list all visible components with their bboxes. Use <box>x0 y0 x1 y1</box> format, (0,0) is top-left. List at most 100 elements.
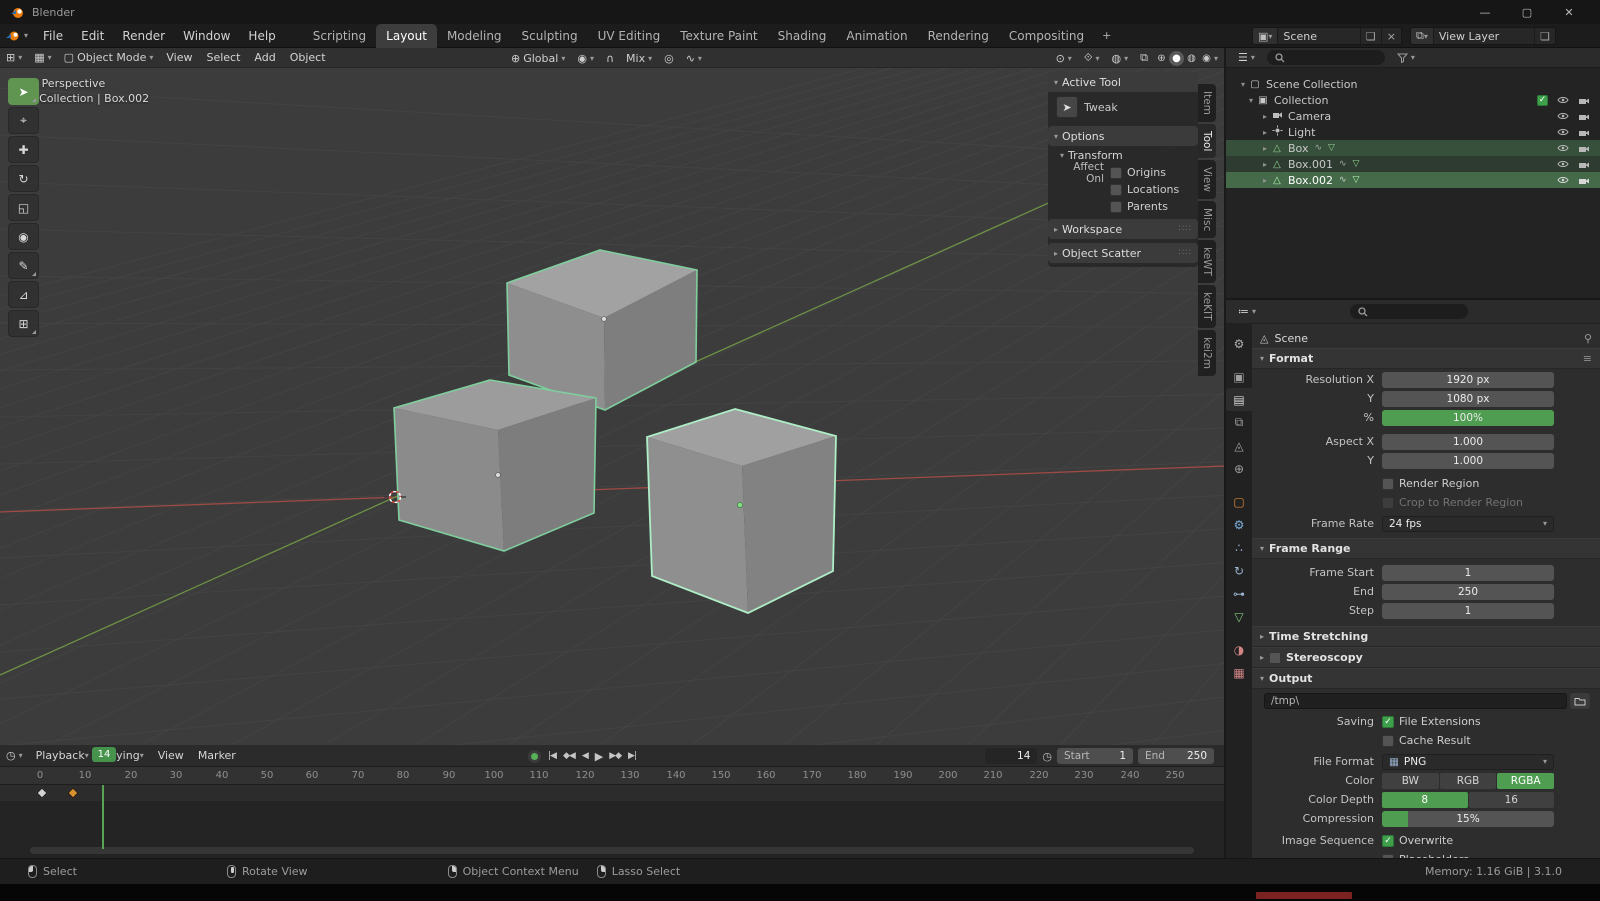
cursor-tool[interactable]: ⌖ <box>8 107 39 134</box>
new-view-layer-icon[interactable]: ❏ <box>1534 28 1555 44</box>
previous-keyframe-button[interactable]: ◆◀ <box>563 751 575 761</box>
menu-playback[interactable]: Playback ▾ <box>29 746 96 766</box>
camera-render-icon[interactable] <box>1578 144 1590 153</box>
frame-rate-dropdown[interactable]: 24 fps▾ <box>1382 516 1554 532</box>
rotate-tool[interactable]: ↻ <box>8 165 39 192</box>
tab-render-icon[interactable]: ▣ <box>1226 365 1252 388</box>
tab-tool[interactable]: Tool <box>1198 124 1216 158</box>
camera-render-icon[interactable] <box>1578 96 1590 105</box>
menu-help[interactable]: Help <box>239 24 284 48</box>
menu-add[interactable]: Add <box>247 48 282 68</box>
outliner-row-box[interactable]: ▸ △ Box ∿ ▽ <box>1226 140 1600 156</box>
tab-particles-icon[interactable]: ∴ <box>1226 536 1252 559</box>
next-keyframe-button[interactable]: ▶◆ <box>609 751 621 761</box>
cache-result-checkbox-row[interactable]: Cache Result <box>1382 734 1554 747</box>
xray-toggle[interactable]: ⧉ <box>1134 48 1154 68</box>
stereoscopy-checkbox[interactable] <box>1269 652 1281 664</box>
view-gizmo-toggle[interactable]: ▦▾ <box>28 48 57 68</box>
workspace-tab-animation[interactable]: Animation <box>836 24 917 48</box>
disclosure-icon[interactable]: ▾ <box>1238 80 1248 89</box>
transform-tool[interactable]: ◉ <box>8 223 39 250</box>
proportional-falloff-dropdown[interactable]: ∿▾ <box>680 48 708 68</box>
editor-type-button[interactable]: ☰▾ <box>1232 48 1261 68</box>
disclosure-icon[interactable]: ▸ <box>1260 176 1270 185</box>
cube-left[interactable] <box>394 380 596 551</box>
shading-options-dropdown[interactable]: ▾ <box>1214 54 1218 63</box>
workspace-tab-compositing[interactable]: Compositing <box>999 24 1094 48</box>
object-visibility-dropdown[interactable]: ⊙▾ <box>1050 48 1078 68</box>
select-box-tool[interactable]: ➤ <box>8 78 39 105</box>
disclosure-icon[interactable]: ▾ <box>1246 96 1256 105</box>
menu-view[interactable]: View <box>151 746 191 766</box>
playhead-line[interactable] <box>102 785 104 849</box>
eye-icon[interactable] <box>1557 144 1569 152</box>
file-format-dropdown[interactable]: ▦PNG▾ <box>1382 754 1554 770</box>
shading-wireframe-button[interactable]: ⊕ <box>1154 51 1169 66</box>
eye-icon[interactable] <box>1557 96 1569 104</box>
maximize-button[interactable]: ▢ <box>1506 0 1548 24</box>
jump-to-end-button[interactable]: ▶| <box>628 751 636 761</box>
editor-type-button[interactable]: ≔▾ <box>1232 302 1262 322</box>
outliner-search-input[interactable] <box>1267 50 1385 65</box>
tab-view-layer-icon[interactable]: ⧉ <box>1226 411 1252 434</box>
pin-icon[interactable]: ⚲ <box>1584 332 1592 345</box>
outliner-row-box-001[interactable]: ▸ △ Box.001 ∿ ▽ <box>1226 156 1600 172</box>
resolution-y-field[interactable]: 1080 px <box>1382 391 1554 407</box>
transform-orientation-dropdown[interactable]: ⊕ Global▾ <box>505 48 571 68</box>
color-rgb-button[interactable]: RGB <box>1440 773 1497 789</box>
camera-render-icon[interactable] <box>1578 160 1590 169</box>
object-scatter-panel-header[interactable]: ▸ Object Scatter ∷∷ <box>1048 243 1198 263</box>
workspace-tab-modeling[interactable]: Modeling <box>437 24 512 48</box>
tab-kei2m[interactable]: kei2m <box>1198 330 1216 376</box>
workspace-tab-rendering[interactable]: Rendering <box>918 24 999 48</box>
depth-16-button[interactable]: 16 <box>1469 792 1555 808</box>
frame-range-panel-header[interactable]: ▾ Frame Range <box>1252 538 1600 559</box>
color-rgba-button[interactable]: RGBA <box>1497 773 1554 789</box>
menu-file[interactable]: File <box>34 24 72 48</box>
locations-checkbox[interactable] <box>1110 184 1122 196</box>
compression-slider[interactable]: 15% <box>1382 811 1554 827</box>
timeline-ruler[interactable]: 0 10 20 30 40 50 60 70 80 90 100 110 120… <box>0 767 1224 785</box>
properties-search-input[interactable] <box>1350 304 1468 319</box>
tweak-tool-icon[interactable]: ➤ <box>1056 96 1078 118</box>
move-tool[interactable]: ✚ <box>8 136 39 163</box>
tab-item[interactable]: Item <box>1198 84 1216 122</box>
active-tool-panel-header[interactable]: ▾ Active Tool <box>1048 72 1198 92</box>
scene-icon[interactable]: ▣ ▾ <box>1253 28 1278 44</box>
tab-constraints-icon[interactable]: ⊶ <box>1226 582 1252 605</box>
tab-view[interactable]: View <box>1198 160 1216 199</box>
workspace-tab-scripting[interactable]: Scripting <box>303 24 376 48</box>
frame-start-field[interactable]: 1 <box>1382 565 1554 581</box>
tab-tool-icon[interactable]: ⚙ <box>1226 332 1252 355</box>
parents-checkbox[interactable] <box>1110 201 1122 213</box>
timeline-scrollbar[interactable] <box>30 847 1194 854</box>
origins-checkbox[interactable] <box>1110 167 1122 179</box>
tab-material-icon[interactable]: ◑ <box>1226 638 1252 661</box>
outliner-row-light[interactable]: ▸ Light <box>1226 124 1600 140</box>
shading-rendered-button[interactable]: ◉ <box>1199 51 1214 66</box>
close-button[interactable]: ✕ <box>1548 0 1590 24</box>
outliner-row-scene-collection[interactable]: ▾ ▢ Scene Collection <box>1226 76 1600 92</box>
tab-scene-icon[interactable]: ◬ <box>1226 434 1252 457</box>
workspace-tab-uv-editing[interactable]: UV Editing <box>588 24 671 48</box>
resolution-percent-slider[interactable]: 100% <box>1382 410 1554 426</box>
cube-right[interactable] <box>647 409 836 613</box>
auto-keying-toggle[interactable] <box>528 750 541 763</box>
tab-kewt[interactable]: keWT <box>1198 240 1216 283</box>
camera-render-icon[interactable] <box>1578 112 1590 121</box>
menu-edit[interactable]: Edit <box>72 24 113 48</box>
color-bw-button[interactable]: BW <box>1382 773 1439 789</box>
outliner-row-collection[interactable]: ▾ ▣ Collection <box>1226 92 1600 108</box>
workspace-tab-sculpting[interactable]: Sculpting <box>512 24 588 48</box>
scene-name-field[interactable]: Scene <box>1278 28 1359 44</box>
tab-texture-icon[interactable]: ▦ <box>1226 661 1252 684</box>
workspace-tab-layout[interactable]: Layout <box>376 24 437 48</box>
output-path-field[interactable]: /tmp\ <box>1264 693 1567 709</box>
proportional-editing-toggle[interactable]: ◎ <box>658 48 680 68</box>
play-reverse-button[interactable]: ◀ <box>582 751 588 761</box>
frame-end-field[interactable]: 250 <box>1382 584 1554 600</box>
snap-with-dropdown[interactable]: Mix▾ <box>620 48 658 68</box>
overwrite-checkbox-row[interactable]: Overwrite <box>1382 834 1554 847</box>
drag-grip-icon[interactable]: ∷∷ <box>1179 224 1192 234</box>
tab-misc[interactable]: Misc <box>1198 201 1216 238</box>
